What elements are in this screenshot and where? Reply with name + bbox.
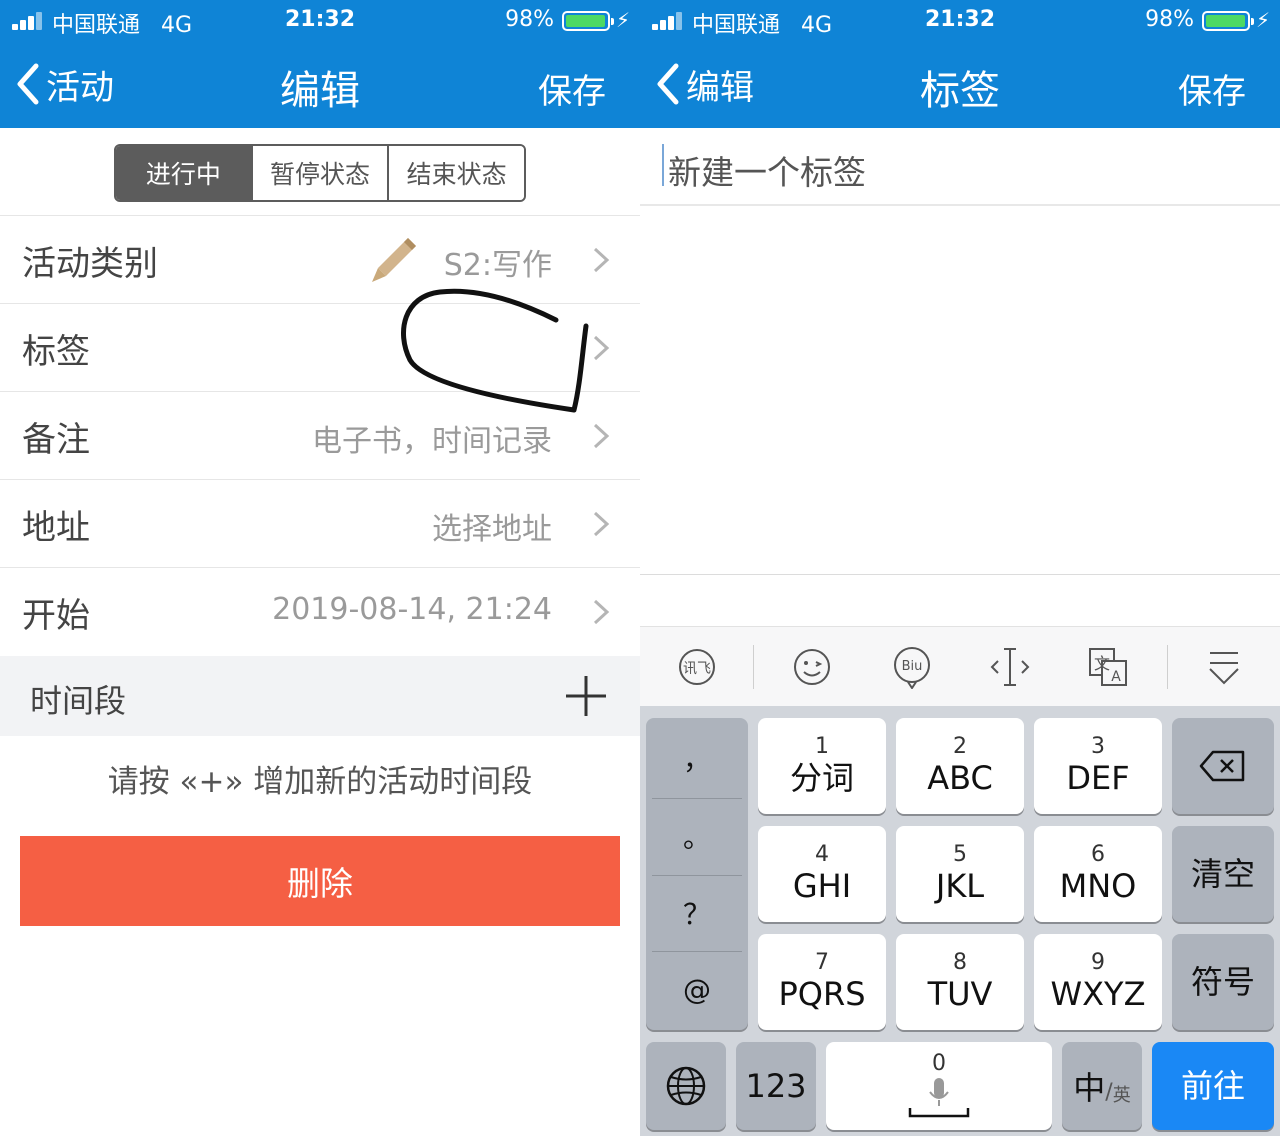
charging-icon: ⚡: [615, 8, 630, 32]
plus-icon[interactable]: [566, 676, 606, 716]
key-question[interactable]: ？: [652, 875, 742, 951]
backspace-icon: [1199, 750, 1245, 782]
pencil-icon: [372, 238, 416, 282]
t9-keyboard: ， 。 ？ @ 1 分词 2 ABC 3 DEF 4 GHI 5 JKL 6 M…: [640, 706, 1280, 1136]
segment-ended[interactable]: 结束状态: [389, 146, 524, 200]
header: 中国联通 4G 21:32 98% ⚡ 活动 编辑 保存: [0, 0, 640, 128]
chevron-right-icon: [593, 599, 610, 625]
row-label: 标签: [22, 332, 90, 372]
toolbar-separator: [753, 645, 754, 689]
hint-text: 请按 «+» 增加新的活动时间段: [107, 764, 533, 800]
key-9[interactable]: 9 WXYZ: [1034, 934, 1162, 1030]
chevron-right-icon: [593, 511, 610, 537]
battery-percent: 98%: [505, 7, 554, 32]
battery-icon: [562, 11, 614, 31]
svg-text:Biu: Biu: [902, 659, 923, 674]
microphone-icon: [908, 1078, 970, 1118]
key-4[interactable]: 4 GHI: [758, 826, 886, 922]
clear-key[interactable]: 清空: [1172, 826, 1274, 922]
navbar: 编辑 标签 保存: [640, 40, 1280, 128]
chevron-right-icon: [593, 247, 610, 273]
key-comma[interactable]: ，: [652, 720, 742, 796]
new-tag-input[interactable]: 新建一个标签: [640, 128, 1280, 206]
symbols-key[interactable]: 符号: [1172, 934, 1274, 1030]
row-label: 备注: [22, 420, 90, 460]
divider: [640, 574, 1280, 575]
input-placeholder: 新建一个标签: [668, 153, 866, 192]
key-6[interactable]: 6 MNO: [1034, 826, 1162, 922]
battery-percent: 98%: [1145, 7, 1194, 32]
cursor-icon[interactable]: [990, 645, 1030, 689]
row-value: 选择地址: [432, 512, 552, 547]
time-segments-section: 时间段: [0, 656, 640, 736]
row-label: 地址: [22, 508, 90, 548]
status-bar: 中国联通 4G 21:32 98% ⚡: [0, 0, 640, 40]
row-start[interactable]: 开始 2019-08-14, 21:24: [0, 568, 640, 656]
save-button[interactable]: 保存: [1178, 64, 1246, 113]
key-period[interactable]: 。: [652, 798, 742, 874]
emoji-icon[interactable]: [792, 645, 832, 689]
status-bar: 中国联通 4G 21:32 98% ⚡: [640, 0, 1280, 40]
language-switch-key[interactable]: 中 / 英: [1062, 1042, 1142, 1130]
header: 中国联通 4G 21:32 98% ⚡ 编辑 标签 保存: [640, 0, 1280, 128]
key-1[interactable]: 1 分词: [758, 718, 886, 814]
battery-icon: [1202, 11, 1254, 31]
save-button[interactable]: 保存: [538, 64, 606, 113]
row-value: S2:写作: [443, 248, 552, 283]
key-8[interactable]: 8 TUV: [896, 934, 1024, 1030]
row-value: 2019-08-14, 21:24: [272, 592, 552, 627]
globe-key[interactable]: [646, 1042, 726, 1130]
delete-button[interactable]: 删除: [20, 836, 620, 926]
collapse-keyboard-icon[interactable]: [1204, 645, 1244, 689]
punctuation-column: ， 。 ？ @: [646, 718, 748, 1030]
biu-icon[interactable]: Biu: [892, 645, 932, 689]
key-2[interactable]: 2 ABC: [896, 718, 1024, 814]
globe-icon: [666, 1066, 706, 1106]
segment-paused[interactable]: 暂停状态: [252, 146, 390, 200]
row-label: 活动类别: [22, 244, 158, 284]
key-3[interactable]: 3 DEF: [1034, 718, 1162, 814]
annotation-scribble: [401, 288, 589, 413]
section-title: 时间段: [30, 682, 127, 720]
key-at[interactable]: @: [652, 951, 742, 1027]
key-5[interactable]: 5 JKL: [896, 826, 1024, 922]
toolbar-separator: [1167, 645, 1168, 689]
keyboard-toolbar: 讯飞 Biu 文 A: [640, 626, 1280, 706]
svg-text:A: A: [1111, 669, 1121, 685]
charging-icon: ⚡: [1255, 8, 1270, 32]
backspace-key[interactable]: [1172, 718, 1274, 814]
svg-text:文: 文: [1094, 654, 1110, 673]
status-segmented-control: 进行中 暂停状态 结束状态: [114, 144, 526, 202]
go-key[interactable]: 前往: [1152, 1042, 1274, 1130]
translate-icon[interactable]: 文 A: [1088, 645, 1128, 689]
xunfei-icon[interactable]: 讯飞: [677, 645, 717, 689]
svg-text:讯飞: 讯飞: [683, 661, 711, 677]
row-label: 开始: [22, 596, 90, 636]
navbar: 活动 编辑 保存: [0, 40, 640, 128]
key-7[interactable]: 7 PQRS: [758, 934, 886, 1030]
chevron-right-icon: [593, 423, 610, 449]
numbers-key[interactable]: 123: [736, 1042, 816, 1130]
row-address[interactable]: 地址 选择地址: [0, 480, 640, 568]
text-caret: [662, 144, 664, 186]
tags-screen: 中国联通 4G 21:32 98% ⚡ 编辑 标签 保存 新建一个标签 讯飞 B…: [640, 0, 1280, 1136]
space-key[interactable]: 0: [826, 1042, 1052, 1130]
segment-in-progress[interactable]: 进行中: [116, 146, 253, 200]
edit-activity-screen: 中国联通 4G 21:32 98% ⚡ 活动 编辑 保存 进行中 暂停状态 结束…: [0, 0, 640, 1136]
row-value: 电子书，时间记录: [312, 424, 552, 459]
